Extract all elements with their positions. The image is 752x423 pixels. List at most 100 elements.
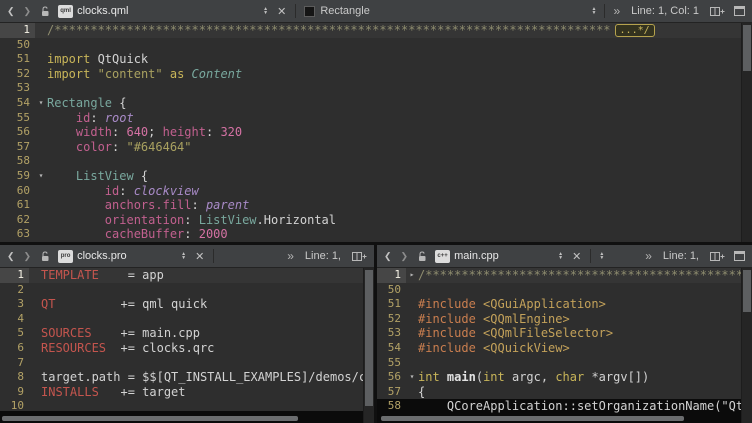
code-line[interactable]: 62 orientation: ListView.Horizontal <box>0 213 752 228</box>
fold-column <box>406 312 418 327</box>
forward-button[interactable]: ❯ <box>398 251 412 262</box>
overflow-chevron-icon[interactable]: » <box>284 249 297 263</box>
fold-column <box>35 154 47 169</box>
toolbar-separator <box>295 4 296 18</box>
vertical-scrollbar[interactable] <box>741 23 752 242</box>
symbol-selector[interactable]: Rectangle ▲▼ <box>301 5 599 17</box>
code-line[interactable]: 53 <box>0 81 752 96</box>
code-text: #include <QQmlFileSelector> <box>418 326 752 341</box>
code-line[interactable]: 56 width: 640; height: 320 <box>0 125 752 140</box>
code-line[interactable]: 59▾ ListView { <box>0 169 752 184</box>
lock-icon <box>37 6 53 17</box>
code-line[interactable]: 54▾Rectangle { <box>0 96 752 111</box>
line-number: 51 <box>377 297 406 312</box>
code-line[interactable]: 55 <box>377 356 752 371</box>
code-text <box>47 154 752 169</box>
code-line[interactable]: 2 <box>0 283 374 298</box>
back-button[interactable]: ❮ <box>381 251 395 262</box>
line-number: 54 <box>0 96 35 111</box>
code-editor-clocks-pro[interactable]: 1TEMPLATE = app23QT += qml quick45SOURCE… <box>0 268 374 423</box>
dropdown-arrows-icon: ▲▼ <box>181 252 186 260</box>
close-document-button[interactable]: ✕ <box>568 250 585 263</box>
code-line[interactable]: 9INSTALLS += target <box>0 385 374 400</box>
split-editor-button[interactable] <box>707 251 728 262</box>
code-line[interactable]: 57{ <box>377 385 752 400</box>
back-button[interactable]: ❮ <box>4 6 18 17</box>
code-line[interactable]: 61 anchors.fill: parent <box>0 198 752 213</box>
code-line[interactable]: 8target.path = $$[QT_INSTALL_EXAMPLES]/d… <box>0 370 374 385</box>
scrollbar-handle[interactable] <box>2 416 298 421</box>
code-line[interactable]: 52#include <QQmlEngine> <box>377 312 752 327</box>
fold-marker-icon[interactable]: ▾ <box>35 169 47 184</box>
code-line[interactable]: 51 #include <QGuiApplication> <box>377 297 752 312</box>
fold-marker-icon[interactable]: ▾ <box>406 370 418 385</box>
forward-button[interactable]: ❯ <box>21 6 35 17</box>
scrollbar-handle[interactable] <box>365 270 373 406</box>
symbol-selector-collapsed[interactable]: ▲▼ <box>599 252 604 260</box>
scrollbar-handle[interactable] <box>743 25 751 71</box>
overflow-chevron-icon[interactable]: » <box>610 4 623 18</box>
line-number: 55 <box>377 356 406 371</box>
line-number: 1 <box>377 268 406 283</box>
line-number: 58 <box>377 399 406 414</box>
close-document-button[interactable]: ✕ <box>273 5 290 18</box>
fold-marker-icon[interactable]: ▸ <box>406 268 418 283</box>
code-line[interactable]: 58 QCoreApplication::setOrganizationName… <box>377 399 752 414</box>
code-line[interactable]: 10 <box>0 399 374 414</box>
cursor-position-label: Line: 1, <box>663 250 699 262</box>
forward-button[interactable]: ❯ <box>21 251 35 262</box>
code-line[interactable]: 1TEMPLATE = app <box>0 268 374 283</box>
line-number: 54 <box>377 341 406 356</box>
code-line[interactable]: 60 id: clockview <box>0 184 752 199</box>
split-editor-button[interactable] <box>349 251 370 262</box>
code-line[interactable]: 4 <box>0 312 374 327</box>
code-text: #include <QGuiApplication> <box>418 297 752 312</box>
code-line[interactable]: 56▾int main(int argc, char *argv[]) <box>377 370 752 385</box>
code-line[interactable]: 55 id: root <box>0 111 752 126</box>
open-in-new-window-button[interactable] <box>731 6 748 16</box>
code-line[interactable]: 63 cacheBuffer: 2000 <box>0 227 752 242</box>
code-text: color: "#646464" <box>47 140 752 155</box>
code-line[interactable]: 54#include <QQuickView> <box>377 341 752 356</box>
code-line[interactable]: 1▸/*************************************… <box>377 268 752 283</box>
document-selector[interactable]: qml clocks.qml ▲▼ <box>56 5 270 18</box>
line-number: 59 <box>0 169 35 184</box>
code-line[interactable]: 6RESOURCES += clocks.qrc <box>0 341 374 356</box>
overflow-chevron-icon[interactable]: » <box>642 249 655 263</box>
code-line[interactable]: 5SOURCES += main.cpp <box>0 326 374 341</box>
code-line[interactable]: 7 <box>0 356 374 371</box>
fold-column <box>35 227 47 242</box>
vertical-scrollbar[interactable] <box>363 268 374 423</box>
code-line[interactable]: 3QT += qml quick <box>0 297 374 312</box>
code-line[interactable]: 58 <box>0 154 752 169</box>
code-editor-clocks-qml[interactable]: 1/**************************************… <box>0 23 752 242</box>
pro-file-icon: pro <box>58 250 73 263</box>
code-line[interactable]: 57 color: "#646464" <box>0 140 752 155</box>
code-editor-main-cpp[interactable]: 1▸/*************************************… <box>377 268 752 423</box>
split-editor-button[interactable] <box>707 6 728 17</box>
scrollbar-handle[interactable] <box>381 416 684 421</box>
open-in-new-window-button[interactable] <box>731 251 748 261</box>
code-line[interactable]: 50 <box>0 38 752 53</box>
document-name: main.cpp <box>454 250 499 262</box>
code-line[interactable]: 53#include <QQmlFileSelector> <box>377 326 752 341</box>
editor-pane-bottom-left: ❮ ❯ pro clocks.pro ▲▼ ✕ » Line: 1, <box>0 245 374 423</box>
code-line[interactable]: 52import "content" as Content <box>0 67 752 82</box>
document-selector[interactable]: c++ main.cpp ▲▼ <box>433 250 565 263</box>
back-button[interactable]: ❮ <box>4 251 18 262</box>
fold-column <box>35 213 47 228</box>
document-selector[interactable]: pro clocks.pro ▲▼ <box>56 250 188 263</box>
editor-pane-top: ❮ ❯ qml clocks.qml ▲▼ ✕ Rectangle ▲▼ <box>0 0 752 242</box>
vertical-scrollbar[interactable] <box>741 268 752 423</box>
cursor-position-label: Line: 1, <box>305 250 341 262</box>
scrollbar-handle[interactable] <box>743 270 751 312</box>
folded-region-marker[interactable]: ...*/ <box>615 24 655 37</box>
code-line[interactable]: 1/**************************************… <box>0 23 752 38</box>
fold-marker-icon[interactable]: ▾ <box>35 96 47 111</box>
code-line[interactable]: 51import QtQuick <box>0 52 752 67</box>
fold-column <box>35 81 47 96</box>
close-document-button[interactable]: ✕ <box>191 250 208 263</box>
fold-column <box>29 283 41 298</box>
code-line[interactable]: 50 <box>377 283 752 298</box>
code-text: /***************************************… <box>47 23 752 38</box>
